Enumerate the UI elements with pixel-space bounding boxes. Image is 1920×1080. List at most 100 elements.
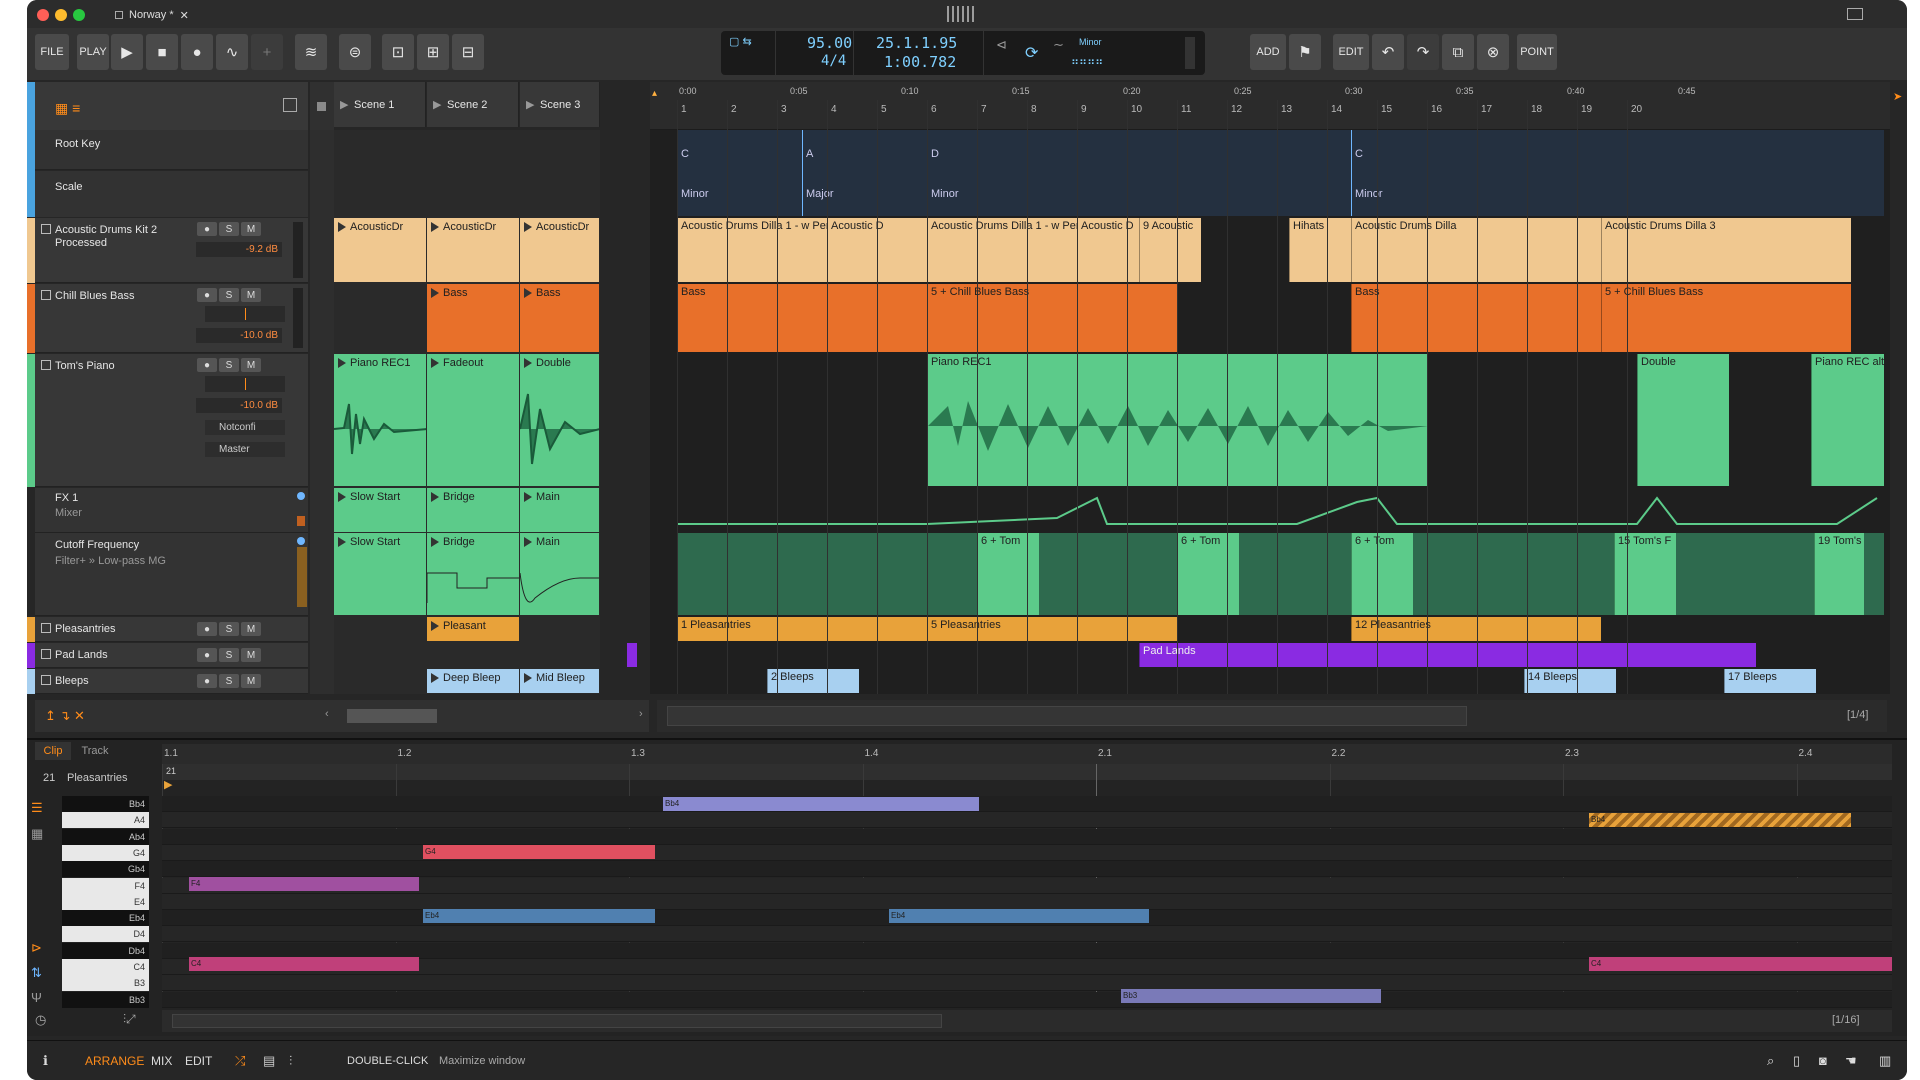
- launcher-clip[interactable]: Slow Start: [334, 488, 427, 532]
- fill-icon[interactable]: ∼: [1053, 37, 1064, 53]
- zoom-window-button[interactable]: [73, 9, 85, 21]
- arranger-clip[interactable]: Pad Lands: [1139, 643, 1756, 667]
- arrange-view-button[interactable]: ARRANGE: [85, 1054, 144, 1068]
- track-header-pleasantries[interactable]: Pleasantries ● S M: [35, 617, 308, 642]
- input-selector[interactable]: Notconfi: [205, 420, 285, 435]
- clock-icon[interactable]: ◷: [35, 1012, 46, 1028]
- arranger-clip[interactable]: 6 + Tom: [1351, 533, 1413, 615]
- launcher-clip[interactable]: Double: [520, 354, 600, 486]
- undo-icon[interactable]: ↶: [1372, 34, 1404, 70]
- time-signature[interactable]: 4/4: [821, 53, 846, 69]
- pan-control[interactable]: [205, 376, 285, 392]
- mute-button[interactable]: M: [241, 288, 261, 302]
- scene-1[interactable]: ▶ Scene 1: [334, 82, 426, 127]
- redo-icon[interactable]: ↷: [1407, 34, 1439, 70]
- piano-key[interactable]: Gb4: [62, 861, 149, 878]
- edit-button[interactable]: EDIT: [1333, 34, 1369, 70]
- automation-write-icon[interactable]: ∿: [216, 34, 248, 70]
- volume-value[interactable]: -9.2 dB: [196, 242, 282, 257]
- piano-key[interactable]: Ab4: [62, 828, 149, 845]
- note[interactable]: C4: [1589, 957, 1892, 971]
- record-arm-button[interactable]: ●: [197, 648, 217, 662]
- solo-button[interactable]: S: [219, 648, 239, 662]
- scale-header[interactable]: Scale: [35, 171, 308, 217]
- stop-icon[interactable]: ■: [146, 34, 178, 70]
- launcher-clip[interactable]: Bass: [427, 284, 520, 352]
- launcher-clip[interactable]: Deep Bleep: [427, 669, 520, 693]
- launcher-clip[interactable]: Main: [520, 488, 600, 532]
- panel-icon[interactable]: ▤: [263, 1053, 275, 1069]
- track-header-cutoff[interactable]: Cutoff Frequency Filter+ » Low-pass MG: [35, 533, 308, 616]
- search-icon[interactable]: ⌕: [1767, 1053, 1774, 1069]
- editor-tools-icon[interactable]: ⫶⤢: [123, 1012, 136, 1027]
- track-header-bass[interactable]: Chill Blues Bass ● S M -10.0 dB: [35, 284, 308, 353]
- piano-key[interactable]: G4: [62, 844, 149, 861]
- piano-key[interactable]: Bb3: [62, 991, 149, 1008]
- tab-track[interactable]: Track: [75, 742, 115, 760]
- delete-icon[interactable]: ⊗: [1477, 34, 1509, 70]
- solo-button[interactable]: S: [219, 674, 239, 688]
- volume-value[interactable]: -10.0 dB: [196, 398, 282, 413]
- output-selector[interactable]: Master: [205, 442, 285, 457]
- launcher-scrollbar[interactable]: [347, 709, 437, 723]
- root-key-header[interactable]: Root Key: [35, 130, 308, 170]
- arranger-clip[interactable]: 9 Acoustic: [1139, 218, 1201, 282]
- mute-button[interactable]: M: [241, 674, 261, 688]
- arranger-clip[interactable]: 12 Pleasantries: [1351, 617, 1601, 641]
- arranger-clip[interactable]: 2 Bleeps: [767, 669, 859, 693]
- automation-icon[interactable]: ⤮: [235, 1053, 245, 1069]
- arranger-clip[interactable]: Acoustic Drums Dilla 1 - w Perc: [677, 218, 827, 282]
- pan-control[interactable]: [205, 306, 285, 322]
- layout-edit-icon[interactable]: ⊟: [452, 34, 484, 70]
- edit-tracks-icon[interactable]: [283, 98, 297, 112]
- mute-button[interactable]: M: [241, 222, 261, 236]
- launcher-clip[interactable]: Bass: [520, 284, 600, 352]
- marker-icon[interactable]: ⚑: [1289, 34, 1321, 70]
- arranger-clip[interactable]: 5 Pleasantries: [927, 617, 1177, 641]
- solo-button[interactable]: S: [219, 622, 239, 636]
- note[interactable]: Bb3: [1121, 989, 1381, 1003]
- note[interactable]: C4: [189, 957, 419, 971]
- device-icon[interactable]: ◙: [1819, 1053, 1827, 1068]
- track-header-piano[interactable]: Tom's Piano ● S M -10.0 dB Notconfi Mast…: [35, 354, 308, 487]
- layout-mix-icon[interactable]: ⊞: [417, 34, 449, 70]
- pointer-tool-icon[interactable]: ➤: [1893, 90, 1902, 103]
- overview-window[interactable]: [667, 706, 1467, 726]
- note[interactable]: Bb4: [663, 797, 979, 811]
- editor-ruler[interactable]: [162, 744, 1892, 764]
- solo-button[interactable]: S: [219, 222, 239, 236]
- arranger-clip[interactable]: Acoustic Drums Dilla 1 - w Perc: [927, 218, 1077, 282]
- track-header-bleeps[interactable]: Bleeps ● S M: [35, 669, 308, 694]
- point-tool-button[interactable]: POINT: [1517, 34, 1557, 70]
- solo-button[interactable]: S: [219, 358, 239, 372]
- root-key-clip[interactable]: A Major: [802, 130, 927, 216]
- arranger-clip[interactable]: Acoustic Drums Dilla 3: [1601, 218, 1851, 282]
- arranger-clip[interactable]: 5 + Chill Blues Bass: [927, 284, 1177, 352]
- piano-key[interactable]: A4: [62, 812, 149, 829]
- metronome-icon[interactable]: ⊜: [339, 34, 371, 70]
- minimize-window-button[interactable]: [55, 9, 67, 21]
- follow-icons[interactable]: ↥ ↴ ✕: [45, 708, 85, 724]
- launcher-clip[interactable]: Mid Bleep: [520, 669, 600, 693]
- mute-button[interactable]: M: [241, 622, 261, 636]
- piano-key[interactable]: F4: [62, 877, 149, 894]
- editor-overview[interactable]: [1/16]: [162, 1010, 1892, 1032]
- launcher-clip[interactable]: Main: [520, 533, 600, 615]
- launcher-clip[interactable]: Bridge: [427, 488, 520, 532]
- volume-value[interactable]: -10.0 dB: [196, 328, 282, 343]
- piano-key[interactable]: D4: [62, 926, 149, 943]
- launcher-clip[interactable]: AcousticDr: [520, 218, 600, 282]
- piano-key[interactable]: B3: [62, 975, 149, 992]
- position-value[interactable]: 25.1.1.95: [876, 34, 957, 52]
- arranger-clip[interactable]: Piano REC alt: [1811, 354, 1884, 486]
- record-arm-button[interactable]: ●: [197, 222, 217, 236]
- launcher-clip[interactable]: AcousticDr: [334, 218, 427, 282]
- add-icon[interactable]: +: [251, 34, 283, 70]
- arranger-clip[interactable]: 14 Bleeps: [1524, 669, 1616, 693]
- arranger-clip[interactable]: Bass: [1351, 284, 1601, 352]
- keys-icon[interactable]: ▥: [1879, 1053, 1891, 1069]
- launcher-clip[interactable]: Fadeout: [427, 354, 520, 486]
- copy-icon[interactable]: ⧉: [1442, 34, 1474, 70]
- note[interactable]: G4: [423, 845, 655, 859]
- mixer-icon[interactable]: ⫶: [289, 1053, 292, 1069]
